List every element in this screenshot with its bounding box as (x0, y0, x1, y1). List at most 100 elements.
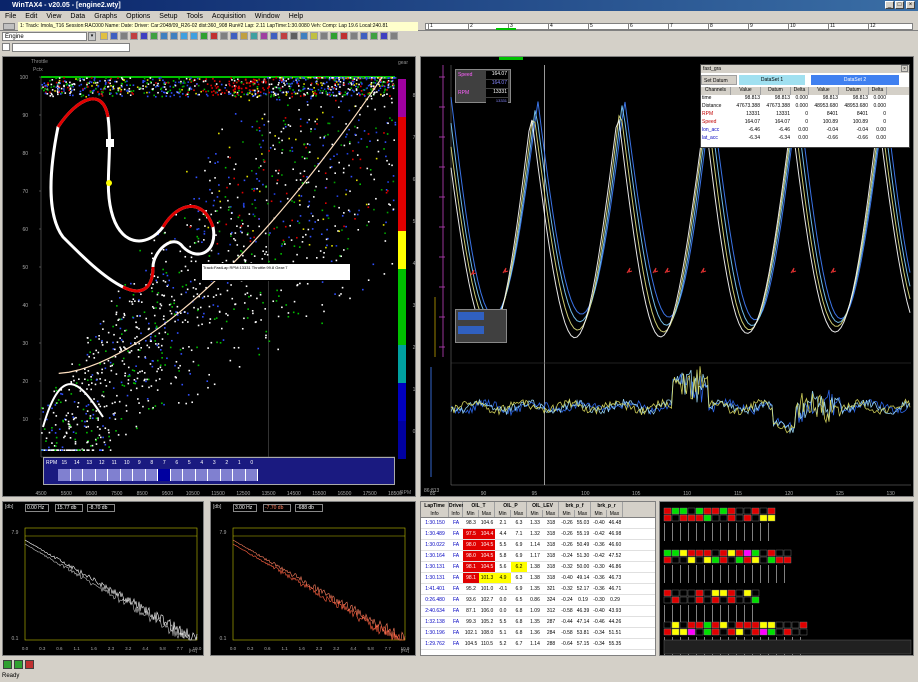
cut-icon[interactable] (130, 32, 138, 40)
save-icon[interactable] (110, 32, 118, 40)
lap-table-row[interactable]: 1:41.401 FA 95.2 101.0 -0.1 6.9 1.35 321 -0.32 52… (421, 584, 655, 595)
lap-table-header[interactable]: LapTime (421, 502, 449, 510)
scatter-point (275, 86, 278, 89)
back-icon[interactable] (180, 32, 188, 40)
paste-icon[interactable] (150, 32, 158, 40)
lap-table-header[interactable]: Driver (449, 502, 463, 510)
menu-tools[interactable]: Tools (187, 11, 203, 22)
ruler-icon[interactable] (350, 32, 358, 40)
print-icon[interactable] (120, 32, 128, 40)
copy-icon[interactable] (140, 32, 148, 40)
close-button[interactable]: × (906, 1, 915, 9)
menu-acquisition[interactable]: Acquisition (212, 11, 246, 22)
help-icon[interactable] (380, 32, 388, 40)
marker-icon[interactable] (340, 32, 348, 40)
lap-table[interactable]: LapTime Driver OIL_T OIL_P OIL_LEV brk_p_f brk… (420, 501, 656, 656)
scatter-point (359, 85, 362, 88)
menu-help[interactable]: Help (289, 11, 303, 22)
align-icon[interactable] (320, 32, 328, 40)
set-datum-button[interactable]: Set Datum (701, 75, 737, 85)
minimize-button[interactable]: _ (885, 1, 894, 9)
popup-row[interactable]: time 98.813 98.813 0.000 98.813 98.813 0.000 (701, 95, 909, 103)
lap-table-row[interactable]: 1:30.164 FA 98.0 104.5 5.8 6.9 1.17 318 -0.24 51.… (421, 551, 655, 562)
cursor-icon[interactable] (220, 32, 228, 40)
channel-box[interactable] (2, 43, 10, 51)
lap-table-row[interactable]: 1:30.022 FA 98.0 104.5 5.5 6.9 1.14 318 -0.26 50.… (421, 540, 655, 551)
popup-row[interactable]: lon_acc -6.46 -6.46 0.00 -0.04 -0.04 0.00 (701, 127, 909, 135)
lap-table-row[interactable]: 1:30.131 FA 98.1 101.3 4.9 6.3 1.38 318 -0.40 49.… (421, 573, 655, 584)
menu-file[interactable]: File (5, 11, 16, 22)
scatter-point (226, 186, 228, 189)
menu-data[interactable]: Data (70, 11, 85, 22)
save-icon[interactable] (3, 660, 12, 669)
overlay-x-tick: 90 (481, 491, 487, 497)
layout-icon[interactable] (290, 32, 298, 40)
table-icon[interactable] (240, 32, 248, 40)
menu-options[interactable]: Options (126, 11, 150, 22)
menu-setup[interactable]: Setup (159, 11, 177, 22)
menu-edit[interactable]: Edit (25, 11, 37, 22)
redo-icon[interactable] (170, 32, 178, 40)
lap-table-header[interactable]: brk_p_f (559, 502, 591, 510)
lap-table-header[interactable]: OIL_P (495, 502, 527, 510)
lap-timeline[interactable]: 1 2 3 4 5 6 7 8 9 10 11 12 (425, 23, 913, 30)
workbook-combo[interactable]: Engine (2, 32, 87, 41)
overlay-icon[interactable] (310, 32, 318, 40)
status-matrix-panel[interactable] (659, 501, 914, 656)
histogram-icon[interactable] (260, 32, 268, 40)
popup-row[interactable]: RPM 13331 13331 0 8401 8401 0 (701, 111, 909, 119)
popup-row[interactable]: lat_acc -6.34 -6.34 0.00 -0.66 -0.66 0.00 (701, 135, 909, 143)
scatter-point (372, 93, 375, 96)
lap-table-row[interactable]: 1:30.489 FA 97.5 104.4 4.4 7.1 1.32 318 -0.26 55.… (421, 529, 655, 540)
popup-titlebar[interactable]: fast_gra (701, 65, 909, 73)
lap-table-row[interactable]: 1:30.150 FA 98.3 104.6 2.1 6.3 1.33 318 -0.26 55.… (421, 518, 655, 529)
scatter-panel[interactable]: 100 90 80 70 60 50 40 30 20 10 4500 5500 6500 7500 850… (2, 56, 416, 497)
timeline-marker[interactable] (496, 28, 516, 30)
lap-table-header[interactable]: brk_p_r (591, 502, 623, 510)
spectrum-panel-1[interactable]: [db] 0.00 Hz 15.77 db -8.70 db 0.0 0.3 0.6… (2, 501, 204, 656)
lap-table-row[interactable]: 2:40.634 FA 87.1 106.0 0.0 6.8 1.09 312 -0.58 46.… (421, 606, 655, 617)
delete-icon[interactable] (25, 660, 34, 669)
zoom-out-icon[interactable] (210, 32, 218, 40)
lap-table-row[interactable]: 1:30.131 FA 98.1 104.5 5.6 6.2 1.38 318 -0.32 50.… (421, 562, 655, 573)
save-all-icon[interactable] (14, 660, 23, 669)
scatter-point (55, 389, 58, 392)
popup-row[interactable]: Distance 47673.388 47673.388 0.000 48953.680… (701, 103, 909, 111)
sync-icon[interactable] (330, 32, 338, 40)
scatter-point (111, 95, 114, 97)
filter-icon[interactable] (370, 32, 378, 40)
prev-lap-button[interactable] (3, 23, 15, 30)
maximize-button[interactable]: □ (895, 1, 904, 9)
menu-graphs[interactable]: Graphs (94, 11, 117, 22)
popup-close-icon[interactable]: × (901, 65, 908, 72)
zoom-in-icon[interactable] (200, 32, 208, 40)
track-icon[interactable] (280, 32, 288, 40)
export-icon[interactable] (360, 32, 368, 40)
open-icon[interactable] (100, 32, 108, 40)
fft-icon[interactable] (270, 32, 278, 40)
window-icon[interactable] (300, 32, 308, 40)
forward-icon[interactable] (190, 32, 198, 40)
scatter-icon[interactable] (250, 32, 258, 40)
menu-window[interactable]: Window (255, 11, 280, 22)
channel-combo[interactable] (12, 43, 130, 52)
x-tick-label: 9500 (162, 491, 173, 497)
popup-row[interactable]: Speed 164.07 164.07 0 100.89 100.89 0 (701, 119, 909, 127)
spectrum-panel-2[interactable]: [db] 3.00 Hz -7.70 db -688 db 0.0 0.3 0.6 1… (210, 501, 416, 656)
lap-table-header[interactable]: OIL_T (463, 502, 495, 510)
lap-table-row[interactable]: 1:32.138 FA 99.3 105.2 5.5 6.8 1.35 287 -0.44 47.… (421, 617, 655, 628)
chevron-down-icon[interactable]: ▾ (88, 32, 96, 41)
undo-icon[interactable] (160, 32, 168, 40)
dataset1-tab[interactable]: DataSet 1 (739, 75, 805, 85)
menu-view[interactable]: View (46, 11, 61, 22)
graph-icon[interactable] (230, 32, 238, 40)
scatter-point (56, 90, 59, 92)
lap-table-header[interactable]: OIL_LEV (527, 502, 559, 510)
dataset-popup[interactable]: fast_gra × Set Datum DataSet 1 DataSet 2… (700, 64, 910, 148)
lap-table-row[interactable]: 0:26.480 FA 93.6 102.7 0.0 6.5 0.86 324 -0.24 0.1… (421, 595, 655, 606)
scatter-point (334, 172, 337, 174)
lap-table-row[interactable]: 1:29.762 FA 104.5 110.5 5.2 6.7 1.14 288 -0.64 57… (421, 639, 655, 650)
settings-icon[interactable] (390, 32, 398, 40)
lap-table-row[interactable]: 1:30.196 FA 102.1 108.0 5.1 6.8 1.36 284 -0.58 53… (421, 628, 655, 639)
dataset2-tab[interactable]: DataSet 2 (811, 75, 899, 85)
